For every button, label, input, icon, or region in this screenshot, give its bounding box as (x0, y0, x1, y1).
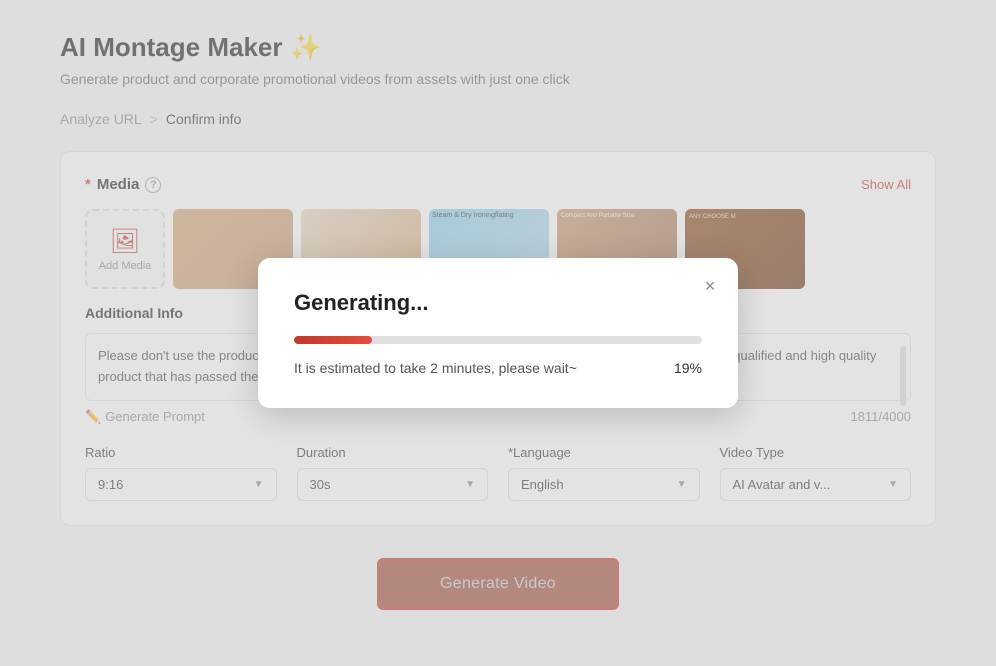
progress-bar-container (294, 336, 702, 344)
modal-overlay: × Generating... It is estimated to take … (0, 0, 996, 666)
modal-close-button[interactable]: × (698, 274, 722, 298)
page-container: AI Montage Maker ✨ Generate product and … (0, 0, 996, 666)
generating-modal: × Generating... It is estimated to take … (258, 258, 738, 408)
progress-percent: 19% (674, 360, 702, 376)
progress-bar-fill (294, 336, 372, 344)
modal-status-text: It is estimated to take 2 minutes, pleas… (294, 360, 577, 376)
modal-title: Generating... (294, 290, 702, 316)
modal-status-row: It is estimated to take 2 minutes, pleas… (294, 360, 702, 376)
